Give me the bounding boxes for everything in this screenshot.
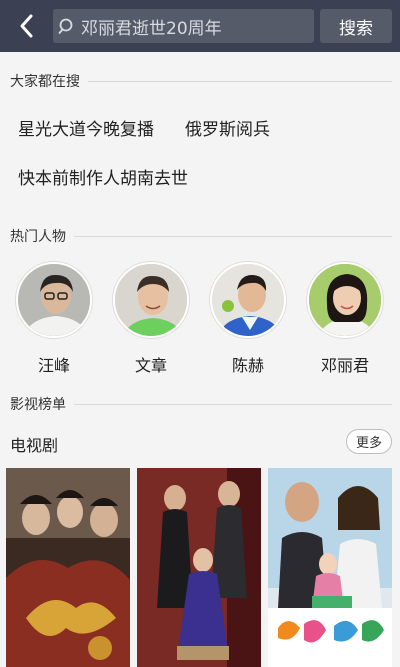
search-query: 邓丽君逝世20周年: [81, 18, 222, 39]
person-card[interactable]: 邓丽君: [305, 262, 385, 376]
top-bar: 邓丽君逝世20周年 搜索: [0, 0, 400, 52]
section-title: 影视榜单: [10, 397, 66, 413]
person-card[interactable]: 文章: [111, 262, 191, 376]
chevron-left-icon: [20, 14, 33, 38]
tv-poster[interactable]: [268, 468, 392, 667]
person-name: 文章: [134, 356, 167, 375]
person-card[interactable]: 汪峰: [14, 262, 94, 376]
back-button[interactable]: [10, 10, 44, 42]
section-hot-people: 热门人物: [10, 226, 392, 246]
person-card[interactable]: 陈赫: [208, 262, 288, 376]
avatar: [16, 262, 92, 338]
search-button[interactable]: 搜索: [320, 9, 392, 43]
search-icon: [53, 9, 81, 43]
divider: [74, 235, 392, 237]
hot-search-item[interactable]: 星光大道今晚复播: [18, 115, 154, 140]
section-rankings: 影视榜单: [10, 394, 392, 414]
section-hot-search: 大家都在搜: [10, 71, 392, 91]
hot-search-item[interactable]: 快本前制作人胡南去世: [18, 164, 188, 189]
divider: [74, 403, 392, 405]
avatar: [307, 262, 383, 338]
person-name: 陈赫: [231, 356, 264, 375]
tv-category-title: 电视剧: [10, 436, 59, 455]
person-name: 邓丽君: [320, 356, 369, 375]
search-input[interactable]: 邓丽君逝世20周年: [53, 9, 314, 43]
divider: [88, 80, 392, 82]
section-title: 大家都在搜: [10, 74, 80, 90]
more-button[interactable]: 更多: [346, 429, 392, 454]
hot-search-item[interactable]: 俄罗斯阅兵: [185, 115, 270, 140]
tv-poster[interactable]: [137, 468, 261, 667]
tv-poster[interactable]: [6, 468, 130, 667]
section-title: 热门人物: [10, 229, 66, 245]
avatar: [210, 262, 286, 338]
person-name: 汪峰: [37, 356, 70, 375]
avatar: [113, 262, 189, 338]
